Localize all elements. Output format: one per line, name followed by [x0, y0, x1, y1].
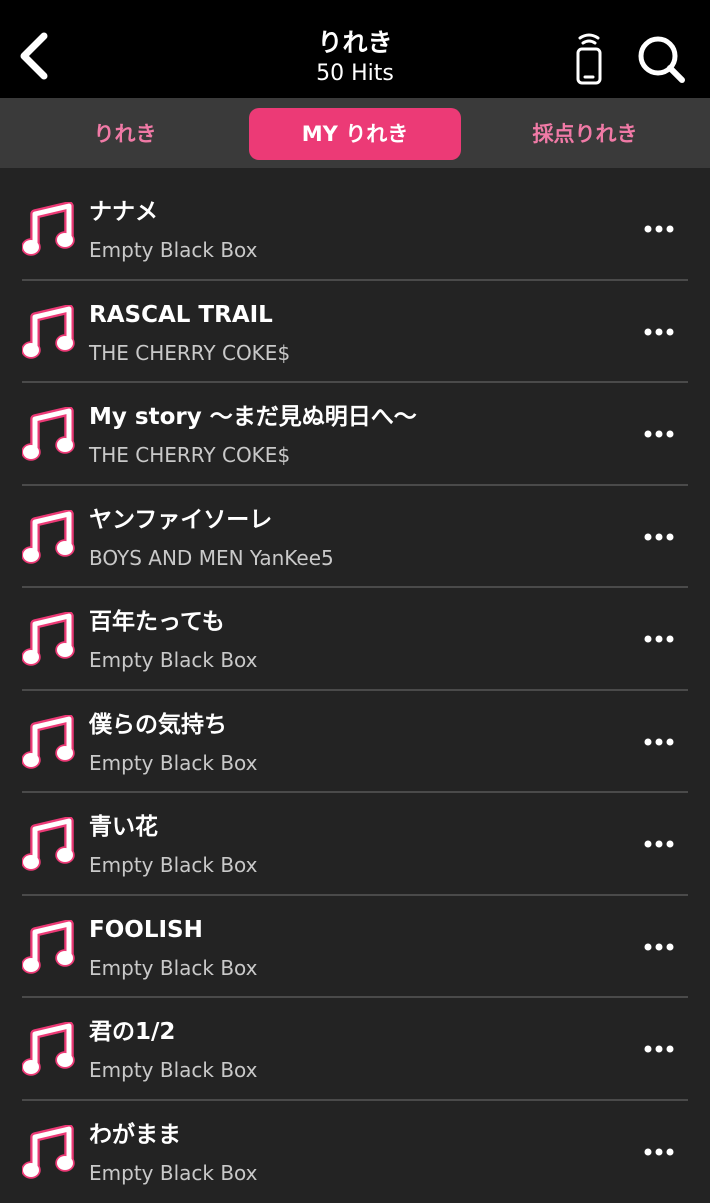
- song-artist: Empty Black Box: [89, 236, 609, 264]
- song-row[interactable]: My story 〜まだ見ぬ明日へ〜 THE CHERRY COKE$: [0, 383, 710, 486]
- more-options-icon[interactable]: [632, 622, 686, 656]
- song-row[interactable]: 青い花 Empty Black Box: [0, 793, 710, 896]
- song-row[interactable]: 僕らの気持ち Empty Black Box: [0, 691, 710, 794]
- song-artist: THE CHERRY COKE$: [89, 441, 609, 469]
- song-artist: THE CHERRY COKE$: [89, 339, 609, 367]
- top-bar: りれき 50 Hits: [0, 0, 710, 98]
- song-row[interactable]: ヤンファイソーレ BOYS AND MEN YanKee5: [0, 486, 710, 589]
- song-title: RASCAL TRAIL: [89, 299, 609, 331]
- more-options-icon[interactable]: [632, 1032, 686, 1066]
- song-artist: Empty Black Box: [89, 954, 609, 982]
- more-options-icon[interactable]: [632, 417, 686, 451]
- more-options-icon[interactable]: [632, 930, 686, 964]
- song-title: ナナメ: [89, 196, 609, 228]
- song-artist: Empty Black Box: [89, 749, 609, 777]
- more-options-icon[interactable]: [632, 520, 686, 554]
- title-block: りれき 50 Hits: [155, 0, 555, 98]
- remote-control-icon: [568, 30, 610, 86]
- music-note-icon: [22, 305, 76, 361]
- more-options-icon[interactable]: [632, 1135, 686, 1169]
- music-note-icon: [22, 407, 76, 463]
- music-note-icon: [22, 817, 76, 873]
- tab-score-history[interactable]: 採点りれき: [480, 108, 690, 160]
- song-title: 君の1/2: [89, 1016, 609, 1048]
- back-button[interactable]: [8, 24, 56, 86]
- song-title: 青い花: [89, 811, 609, 843]
- song-artist: Empty Black Box: [89, 646, 609, 674]
- song-title: ヤンファイソーレ: [89, 504, 609, 536]
- music-note-icon: [22, 612, 76, 668]
- chevron-left-icon: [8, 24, 56, 86]
- song-artist: Empty Black Box: [89, 1159, 609, 1187]
- music-note-icon: [22, 715, 76, 771]
- more-options-icon[interactable]: [632, 827, 686, 861]
- song-title: 百年たっても: [89, 606, 609, 638]
- song-title: わがまま: [89, 1119, 609, 1151]
- music-note-icon: [22, 1125, 76, 1181]
- music-note-icon: [22, 1022, 76, 1078]
- song-artist: Empty Black Box: [89, 851, 609, 879]
- song-title: FOOLISH: [89, 914, 609, 946]
- music-note-icon: [22, 202, 76, 258]
- song-row[interactable]: ナナメ Empty Black Box: [0, 178, 710, 281]
- music-note-icon: [22, 920, 76, 976]
- tab-my-history[interactable]: MY りれき: [249, 108, 461, 160]
- song-row[interactable]: RASCAL TRAIL THE CHERRY COKE$: [0, 281, 710, 384]
- song-title: 僕らの気持ち: [89, 709, 609, 741]
- song-row[interactable]: わがまま Empty Black Box: [0, 1101, 710, 1203]
- search-icon: [632, 30, 690, 86]
- song-list: ナナメ Empty Black Box RASCAL TRAIL THE CHE…: [0, 178, 710, 1203]
- song-row[interactable]: FOOLISH Empty Black Box: [0, 896, 710, 999]
- search-button[interactable]: [632, 30, 690, 86]
- more-options-icon[interactable]: [632, 315, 686, 349]
- tab-history[interactable]: りれき: [20, 108, 230, 160]
- page-title: りれき: [155, 27, 555, 59]
- tab-bar: りれき MY りれき 採点りれき: [0, 98, 710, 168]
- more-options-icon[interactable]: [632, 212, 686, 246]
- song-row[interactable]: 百年たっても Empty Black Box: [0, 588, 710, 691]
- song-artist: Empty Black Box: [89, 1056, 609, 1084]
- remote-button[interactable]: [568, 30, 610, 86]
- song-title: My story 〜まだ見ぬ明日へ〜: [89, 401, 609, 433]
- music-note-icon: [22, 510, 76, 566]
- song-artist: BOYS AND MEN YanKee5: [89, 544, 609, 572]
- song-row[interactable]: 君の1/2 Empty Black Box: [0, 998, 710, 1101]
- more-options-icon[interactable]: [632, 725, 686, 759]
- hit-count: 50 Hits: [155, 59, 555, 89]
